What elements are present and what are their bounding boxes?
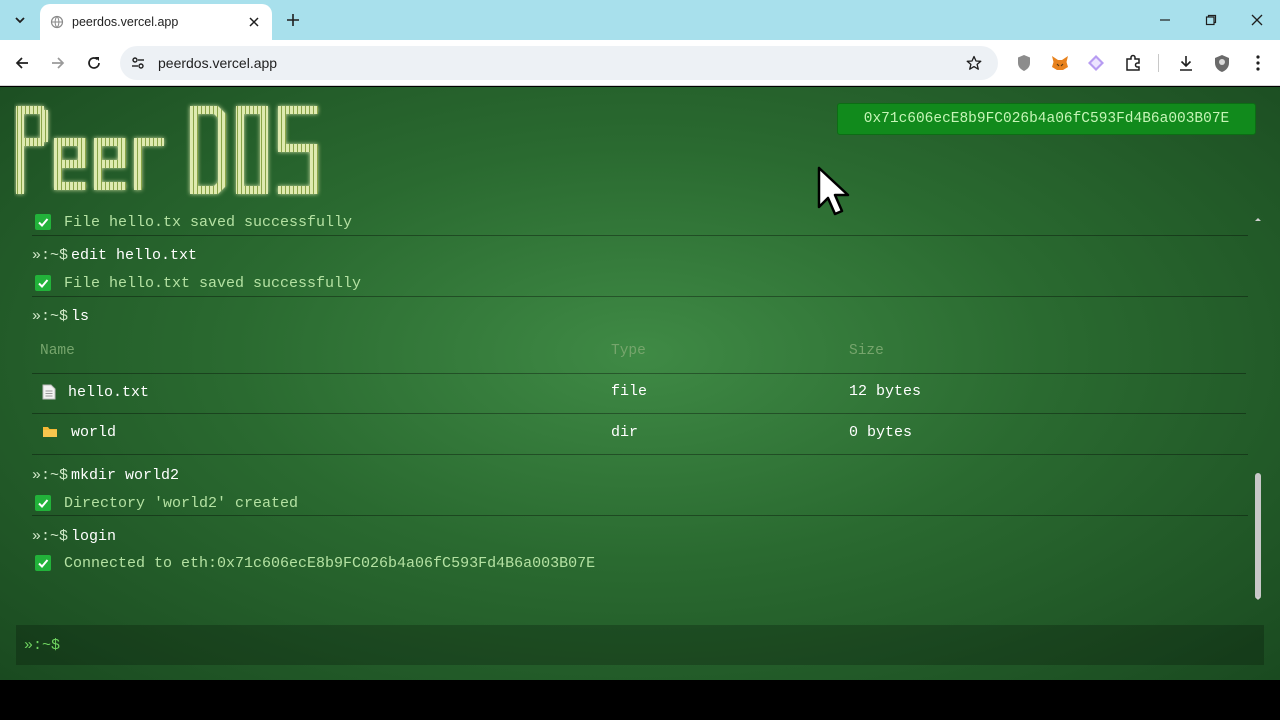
command-line: »:~$ edit hello.txt <box>16 244 1252 266</box>
prompt: »:~$ <box>32 466 69 484</box>
terminal-scrollbar[interactable] <box>1253 215 1263 603</box>
column-header-type: Type <box>611 343 646 359</box>
prompt: »:~$ <box>32 307 69 325</box>
success-message: File hello.txt saved successfully <box>64 274 362 292</box>
divider <box>32 413 1246 414</box>
extensions-puzzle-icon[interactable] <box>1121 51 1145 75</box>
divider <box>32 373 1246 374</box>
browser-toolbar: peerdos.vercel.app <box>0 40 1280 86</box>
file-size: 0 bytes <box>849 424 913 441</box>
address-bar[interactable]: peerdos.vercel.app <box>120 46 998 80</box>
minimize-icon <box>1160 19 1170 21</box>
table-row[interactable]: world <box>42 421 116 443</box>
tab-search-button[interactable] <box>8 8 32 32</box>
new-tab-button[interactable] <box>282 8 304 32</box>
input-prompt: »:~$ <box>24 636 61 654</box>
success-message: Directory 'world2' created <box>64 494 299 512</box>
forward-button[interactable] <box>44 49 72 77</box>
tab-title: peerdos.vercel.app <box>72 15 179 29</box>
scrollbar-thumb[interactable] <box>1255 473 1261 599</box>
prompt: »:~$ <box>32 527 69 545</box>
output-line: File hello.tx saved successfully <box>16 213 1252 233</box>
table-row[interactable]: hello.txt <box>42 381 149 403</box>
wallet-address-badge[interactable]: 0x71c606ecE8b9FC026b4a06fC593Fd4B6a003B0… <box>837 103 1256 135</box>
close-window-button[interactable] <box>1242 6 1272 34</box>
command-input[interactable] <box>64 630 1264 660</box>
chevron-down-icon <box>15 17 25 24</box>
tab-bar: peerdos.vercel.app <box>0 0 1280 40</box>
column-header-name: Name <box>40 343 75 359</box>
back-button[interactable] <box>8 49 36 77</box>
command-line: »:~$ ls <box>16 305 1252 327</box>
diamond-extension-icon[interactable] <box>1084 51 1108 75</box>
globe-icon <box>50 15 64 29</box>
site-info-icon[interactable] <box>128 53 148 73</box>
output-line: File hello.txt saved successfully <box>16 272 1252 294</box>
check-icon <box>35 555 51 571</box>
file-name: hello.txt <box>68 383 150 401</box>
restore-icon <box>1205 14 1217 26</box>
command-line: »:~$ login <box>16 525 1252 547</box>
minimize-button[interactable] <box>1150 6 1180 34</box>
peerdos-page: 0x71c606ecE8b9FC026b4a06fC593Fd4B6a003B0… <box>0 87 1280 680</box>
shield-extension-icon[interactable] <box>1012 51 1036 75</box>
command-text: mkdir world2 <box>71 466 180 484</box>
file-type: dir <box>611 424 639 441</box>
command-text: edit hello.txt <box>71 246 198 264</box>
plus-icon <box>287 14 299 26</box>
folder-icon <box>43 427 57 437</box>
bookmark-star-icon[interactable] <box>962 51 986 75</box>
arrow-right-icon <box>52 57 65 69</box>
output-line: Connected to eth:0x71c606ecE8b9FC026b4a0… <box>16 552 1252 574</box>
column-header-size: Size <box>849 343 884 359</box>
output-line: Directory 'world2' created <box>16 492 1252 514</box>
command-line: »:~$ mkdir world2 <box>16 464 1252 486</box>
folder-name: world <box>71 423 117 441</box>
toolbar-divider <box>1158 54 1159 72</box>
command-input-bar: »:~$ <box>16 625 1264 665</box>
command-text: login <box>71 527 117 545</box>
scroll-down-arrow-icon[interactable] <box>1253 595 1263 603</box>
arrow-left-icon <box>15 57 28 69</box>
success-message: File hello.tx saved successfully <box>64 213 353 231</box>
close-icon <box>1251 14 1263 26</box>
check-icon <box>35 495 51 511</box>
tab-close-icon[interactable] <box>246 14 262 30</box>
terminal-output: File hello.tx saved successfully »:~$ ed… <box>16 213 1252 601</box>
divider <box>32 296 1248 297</box>
check-icon <box>35 214 51 230</box>
success-message: Connected to eth:0x71c606ecE8b9FC026b4a0… <box>64 554 596 572</box>
file-icon <box>42 384 56 400</box>
metamask-fox-icon[interactable] <box>1048 51 1072 75</box>
restore-button[interactable] <box>1196 6 1226 34</box>
mouse-pointer-icon <box>817 166 850 216</box>
divider <box>32 515 1248 516</box>
file-size: 12 bytes <box>849 383 922 400</box>
peerdos-logo <box>16 106 318 194</box>
divider <box>32 235 1248 236</box>
divider <box>32 454 1248 455</box>
reload-icon <box>88 57 100 69</box>
download-icon[interactable] <box>1174 51 1198 75</box>
reload-button[interactable] <box>80 49 108 77</box>
browser-tab[interactable]: peerdos.vercel.app <box>40 4 272 40</box>
command-text: ls <box>71 307 90 325</box>
profile-avatar-icon[interactable] <box>1210 51 1234 75</box>
prompt: »:~$ <box>32 246 69 264</box>
url-text[interactable]: peerdos.vercel.app <box>158 55 962 71</box>
file-type: file <box>611 383 648 400</box>
more-menu-icon[interactable] <box>1246 51 1270 75</box>
check-icon <box>35 275 51 291</box>
scroll-up-arrow-icon[interactable] <box>1253 215 1263 223</box>
